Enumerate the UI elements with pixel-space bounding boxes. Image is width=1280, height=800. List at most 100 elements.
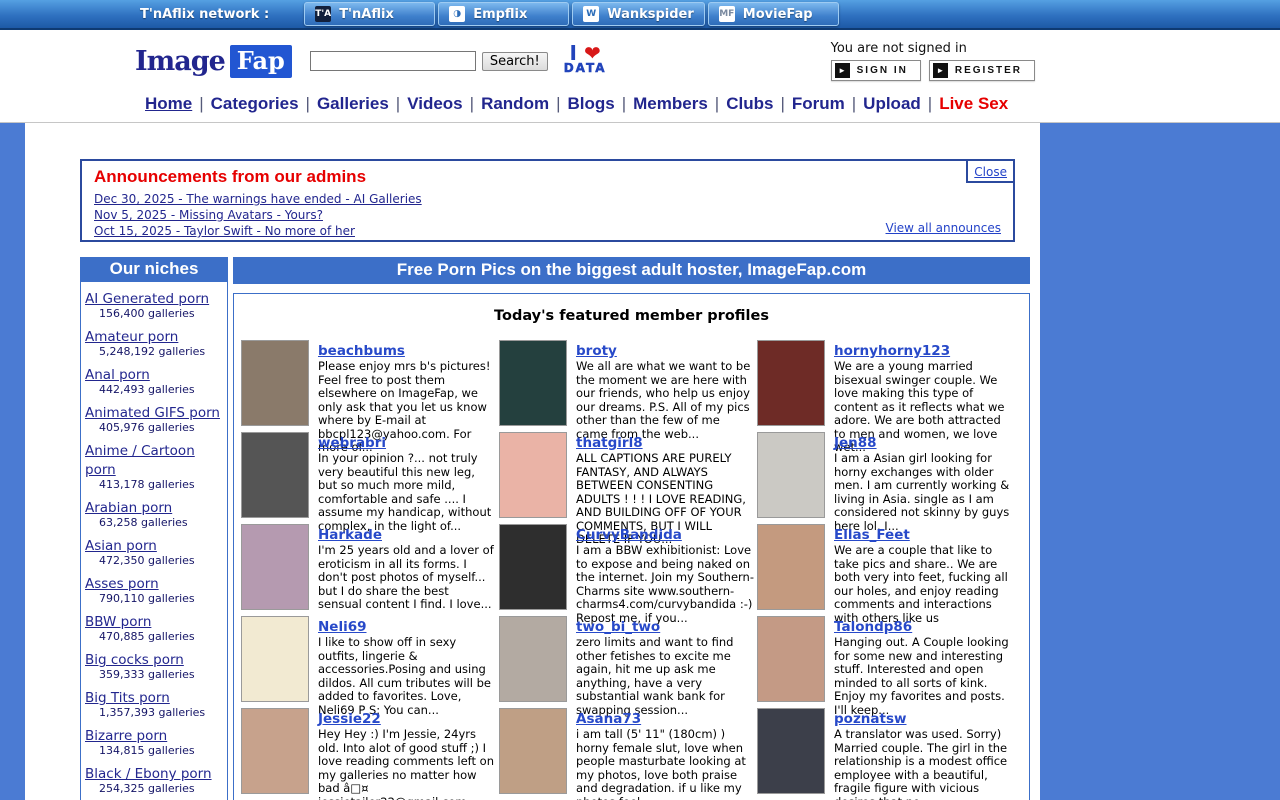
profile-username-link[interactable]: Jen88 bbox=[834, 435, 877, 451]
announcement-link[interactable]: Dec 30, 2025 - The warnings have ended -… bbox=[94, 192, 422, 207]
nav-separator: | bbox=[306, 94, 310, 113]
niche-link-ai-generated-porn[interactable]: AI Generated porn bbox=[85, 291, 209, 307]
niche-link-big-tits-porn[interactable]: Big Tits porn bbox=[85, 690, 170, 706]
network-site-label: Empflix bbox=[473, 7, 527, 22]
profile-username-link[interactable]: Harkade bbox=[318, 527, 382, 543]
profile-username-link[interactable]: CurvyBandida bbox=[576, 527, 682, 543]
arrow-icon: ► bbox=[835, 63, 850, 78]
profile-username-link[interactable]: poznatsw bbox=[834, 711, 906, 727]
sign-in-button[interactable]: ► SIGN IN bbox=[831, 60, 921, 81]
nav-item-live-sex[interactable]: Live Sex bbox=[939, 94, 1008, 113]
niche-link-asian-porn[interactable]: Asian porn bbox=[85, 538, 157, 554]
announcement-link[interactable]: Oct 15, 2025 - Taylor Swift - No more of… bbox=[94, 224, 355, 239]
network-site-empflix[interactable]: ◑ Empflix bbox=[438, 2, 569, 26]
niche-link-bbw-porn[interactable]: BBW porn bbox=[85, 614, 151, 630]
niche-link-bizarre-porn[interactable]: Bizarre porn bbox=[85, 728, 167, 744]
profile-username-link[interactable]: Talondp86 bbox=[834, 619, 912, 635]
niche-item: AI Generated porn156,400 galleries bbox=[85, 288, 225, 321]
profile-username-link[interactable]: hornyhorny123 bbox=[834, 343, 950, 359]
profile-thumbnail[interactable] bbox=[757, 708, 825, 794]
register-button[interactable]: ► REGISTER bbox=[929, 60, 1035, 81]
profile-username-link[interactable]: Neli69 bbox=[318, 619, 367, 635]
niche-gallery-count: 254,325 galleries bbox=[85, 782, 225, 796]
profile-username-link[interactable]: broty bbox=[576, 343, 617, 359]
network-site-label: Wankspider bbox=[607, 7, 694, 22]
profile-thumbnail[interactable] bbox=[757, 432, 825, 518]
profile-thumbnail[interactable] bbox=[499, 708, 567, 794]
profile-thumbnail[interactable] bbox=[241, 432, 309, 518]
niche-gallery-count: 413,178 galleries bbox=[85, 478, 225, 492]
niche-link-animated-gifs-porn[interactable]: Animated GIFS porn bbox=[85, 405, 220, 421]
profile-username-link[interactable]: beachbums bbox=[318, 343, 405, 359]
announcement-link[interactable]: Nov 5, 2025 - Missing Avatars - Yours? bbox=[94, 208, 323, 223]
featured-profiles-title: Today's featured member profiles bbox=[234, 308, 1029, 324]
profile-thumbnail[interactable] bbox=[241, 708, 309, 794]
nav-item-galleries[interactable]: Galleries bbox=[317, 94, 389, 113]
nav-item-forum[interactable]: Forum bbox=[792, 94, 845, 113]
profile-username-link[interactable]: Ellas_Feet bbox=[834, 527, 910, 543]
search-button[interactable]: Search! bbox=[482, 52, 548, 71]
nav-item-home[interactable]: Home bbox=[145, 94, 192, 113]
main-banner: Free Porn Pics on the biggest adult host… bbox=[233, 257, 1030, 284]
profile-description: zero limits and want to find other fetis… bbox=[576, 636, 754, 717]
sign-in-label: SIGN IN bbox=[857, 65, 908, 76]
profile-card: HarkadeI'm 25 years old and a lover of e… bbox=[241, 524, 499, 616]
network-bar: T'nAflix network : T'AT'nAflix◑EmpflixWW… bbox=[0, 0, 1280, 30]
nav-item-random[interactable]: Random bbox=[481, 94, 549, 113]
profile-username-link[interactable]: webrabri bbox=[318, 435, 386, 451]
nav-item-upload[interactable]: Upload bbox=[863, 94, 921, 113]
close-button[interactable]: Close bbox=[974, 165, 1007, 179]
profile-description: i am tall (5' 11" (180cm) ) horny female… bbox=[576, 728, 754, 800]
search-input[interactable] bbox=[310, 51, 476, 71]
profile-text: Neli69I like to show off in sexy outfits… bbox=[318, 616, 496, 708]
profile-thumbnail[interactable] bbox=[499, 616, 567, 702]
empflix-icon: ◑ bbox=[449, 6, 465, 22]
profile-username-link[interactable]: Jessie22 bbox=[318, 711, 381, 727]
niche-link-anal-porn[interactable]: Anal porn bbox=[85, 367, 150, 383]
niche-item: Big Tits porn1,357,393 galleries bbox=[85, 687, 225, 720]
niche-link-amateur-porn[interactable]: Amateur porn bbox=[85, 329, 178, 345]
network-site-wankspider[interactable]: WWankspider bbox=[572, 2, 705, 26]
logo-text-image: Image bbox=[135, 46, 225, 77]
nav-separator: | bbox=[396, 94, 400, 113]
profile-thumbnail[interactable] bbox=[241, 616, 309, 702]
profile-card: thatgirl8ALL CAPTIONS ARE PURELY FANTASY… bbox=[499, 432, 757, 524]
profile-thumbnail[interactable] bbox=[757, 340, 825, 426]
main-content: Free Porn Pics on the biggest adult host… bbox=[233, 257, 1030, 800]
nav-item-categories[interactable]: Categories bbox=[211, 94, 299, 113]
niche-gallery-count: 5,248,192 galleries bbox=[85, 345, 225, 359]
logo-text-fap: Fap bbox=[230, 45, 292, 78]
niche-link-black-ebony-porn[interactable]: Black / Ebony porn bbox=[85, 766, 212, 782]
view-all-announces-link[interactable]: View all announces bbox=[886, 221, 1001, 235]
profile-thumbnail[interactable] bbox=[499, 524, 567, 610]
nav-item-clubs[interactable]: Clubs bbox=[726, 94, 773, 113]
profile-thumbnail[interactable] bbox=[241, 340, 309, 426]
profiles-grid: beachbumsPlease enjoy mrs b's pictures! … bbox=[234, 340, 1029, 800]
profile-card: Ellas_FeetWe are a couple that like to t… bbox=[757, 524, 1015, 616]
niche-link-anime-cartoon-porn[interactable]: Anime / Cartoon porn bbox=[85, 443, 195, 478]
nav-item-blogs[interactable]: Blogs bbox=[567, 94, 614, 113]
profile-username-link[interactable]: two_bi_two bbox=[576, 619, 660, 635]
nav-item-videos[interactable]: Videos bbox=[407, 94, 462, 113]
niche-gallery-count: 359,333 galleries bbox=[85, 668, 225, 682]
site-logo[interactable]: Image Fap bbox=[135, 45, 292, 78]
nav-item-members[interactable]: Members bbox=[633, 94, 708, 113]
niche-item: Big cocks porn359,333 galleries bbox=[85, 649, 225, 682]
profile-thumbnail[interactable] bbox=[499, 432, 567, 518]
network-site-moviefap[interactable]: MFMovieFap bbox=[708, 2, 839, 26]
profile-thumbnail[interactable] bbox=[757, 524, 825, 610]
profile-description: I like to show off in sexy outfits, ling… bbox=[318, 636, 496, 717]
niche-link-big-cocks-porn[interactable]: Big cocks porn bbox=[85, 652, 184, 668]
announcements-close: Close bbox=[966, 159, 1015, 183]
profile-thumbnail[interactable] bbox=[499, 340, 567, 426]
profile-text: webrabriIn your opinion ?... not truly v… bbox=[318, 432, 496, 524]
profile-thumbnail[interactable] bbox=[241, 524, 309, 610]
niche-link-arabian-porn[interactable]: Arabian porn bbox=[85, 500, 172, 516]
niche-gallery-count: 134,815 galleries bbox=[85, 744, 225, 758]
profile-thumbnail[interactable] bbox=[757, 616, 825, 702]
profile-text: hornyhorny123We are a young married bise… bbox=[834, 340, 1012, 432]
profile-username-link[interactable]: thatgirl8 bbox=[576, 435, 643, 451]
profile-username-link[interactable]: Asana73 bbox=[576, 711, 641, 727]
network-site-t-naflix[interactable]: T'AT'nAflix bbox=[304, 2, 435, 26]
niche-link-asses-porn[interactable]: Asses porn bbox=[85, 576, 159, 592]
